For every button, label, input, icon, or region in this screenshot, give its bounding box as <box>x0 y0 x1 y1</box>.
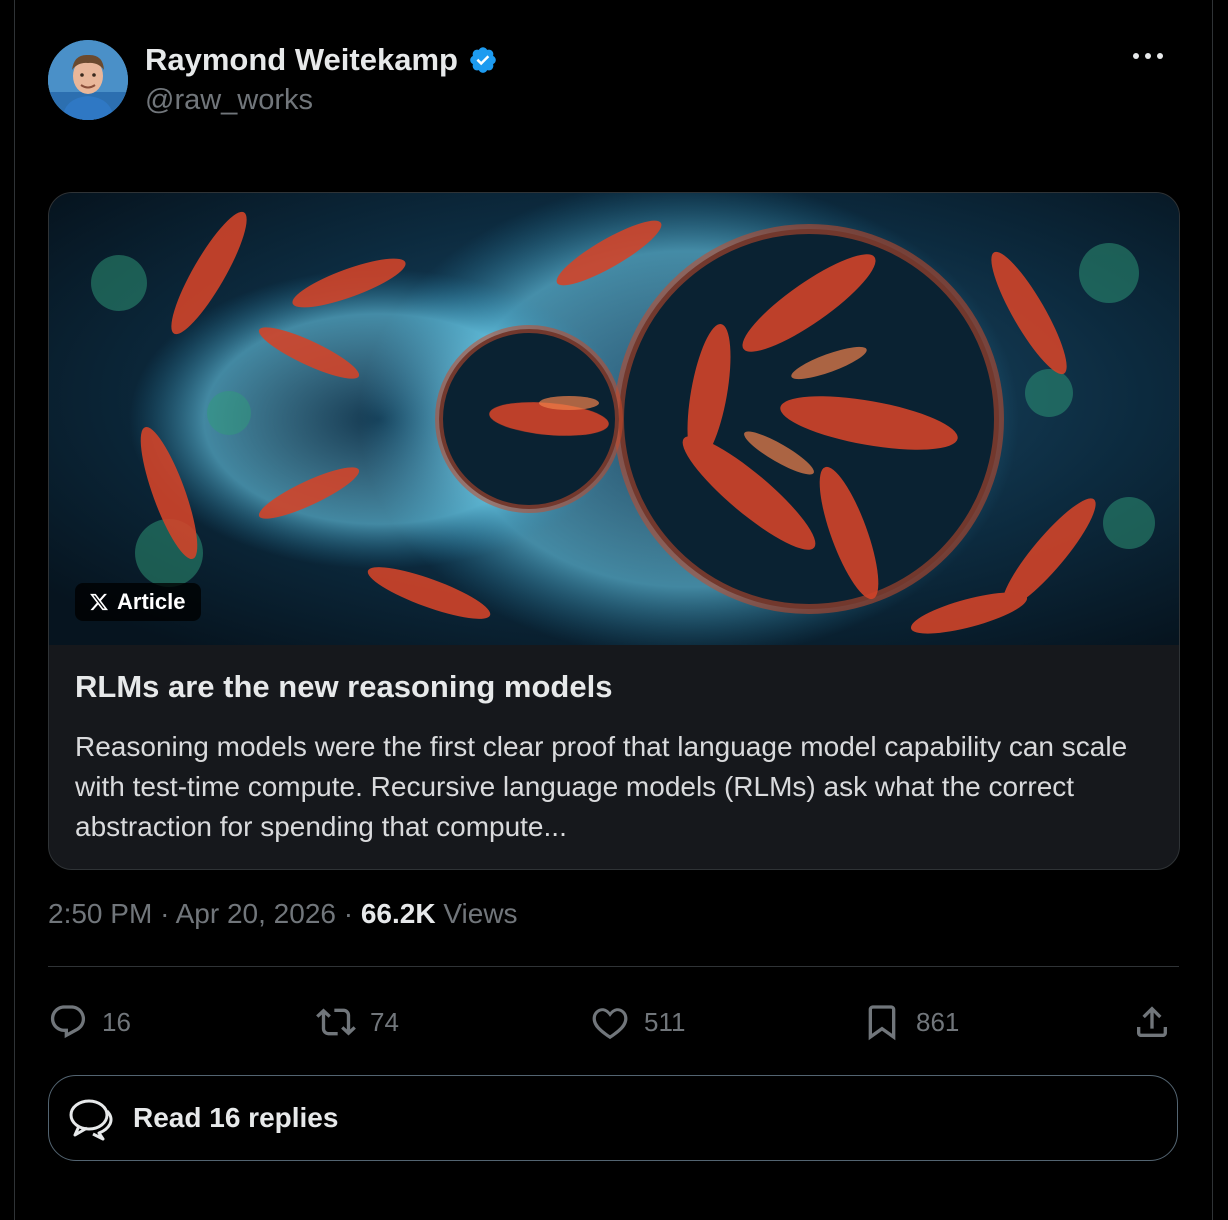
read-replies-label: Read 16 replies <box>133 1102 339 1133</box>
left-border <box>14 0 15 1220</box>
post-time[interactable]: 2:50 PM <box>48 898 152 929</box>
bookmark-count: 861 <box>916 1006 960 1037</box>
author-name-text: Raymond Weitekamp <box>145 42 458 77</box>
reply-count: 16 <box>102 1006 131 1037</box>
read-replies-button[interactable]: Read 16 replies <box>48 1075 1178 1161</box>
article-cover-image <box>49 193 1179 645</box>
avatar[interactable] <box>48 40 128 120</box>
more-options-button[interactable] <box>1128 44 1168 68</box>
meta-separator: · <box>343 898 361 929</box>
heart-icon <box>592 1008 628 1040</box>
post-date[interactable]: Apr 20, 2026 <box>176 898 336 929</box>
like-count: 511 <box>644 1006 686 1037</box>
post-meta: 2:50 PM · Apr 20, 2026 · 66.2K Views <box>48 898 518 930</box>
x-logo-icon <box>90 593 109 611</box>
share-icon <box>1137 1006 1167 1037</box>
share-button[interactable] <box>1132 1000 1172 1044</box>
chat-bubbles-icon <box>69 1099 113 1141</box>
avatar-photo <box>48 40 128 120</box>
article-description: Reasoning models were the first clear pr… <box>75 731 1128 842</box>
right-border <box>1212 0 1213 1220</box>
more-horizontal-icon <box>1133 53 1163 59</box>
bookmark-button[interactable]: 861 <box>862 1000 959 1044</box>
article-badge-label: Article <box>117 589 186 614</box>
author-handle[interactable]: @raw_works <box>145 84 313 117</box>
verified-badge-icon <box>470 47 496 73</box>
divider <box>48 966 1179 967</box>
article-title: RLMs are the new reasoning models <box>75 669 613 704</box>
reply-button[interactable]: 16 <box>48 1000 131 1044</box>
meta-separator: · <box>160 898 176 929</box>
like-button[interactable]: 511 <box>590 1000 685 1044</box>
repost-button[interactable]: 74 <box>316 1000 399 1044</box>
reply-icon <box>50 1005 86 1039</box>
author-name[interactable]: Raymond Weitekamp <box>145 42 498 78</box>
views-count: 66.2K <box>360 898 436 929</box>
bookmark-icon <box>868 1005 896 1041</box>
article-card[interactable]: Article RLMs are the new reasoning model… <box>48 192 1180 870</box>
views-label: Views <box>443 898 518 929</box>
repost-icon <box>316 1008 356 1036</box>
repost-count: 74 <box>370 1006 399 1037</box>
article-badge: Article <box>75 583 202 621</box>
